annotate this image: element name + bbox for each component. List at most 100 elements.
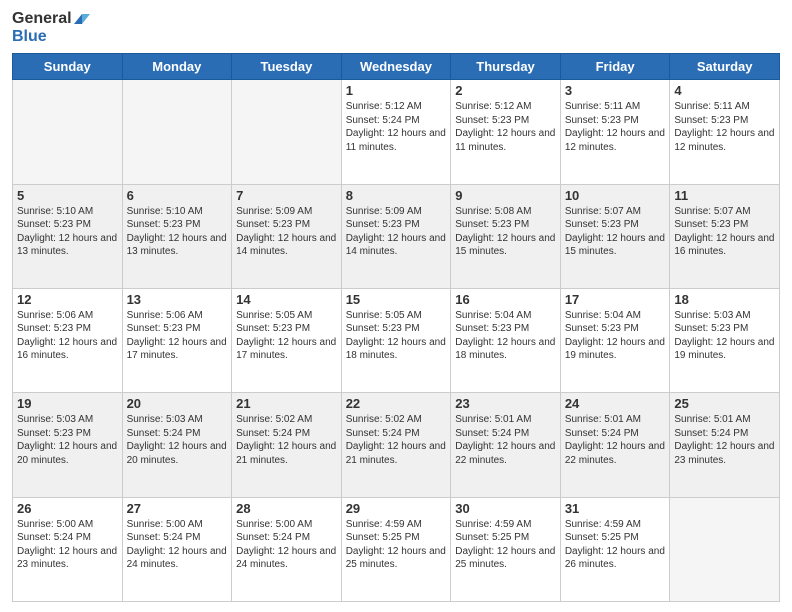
calendar-cell: 9 Sunrise: 5:08 AM Sunset: 5:23 PM Daylig… [451, 184, 561, 288]
day-number: 11 [674, 188, 775, 203]
day-number: 22 [346, 396, 447, 411]
calendar-cell: 28 Sunrise: 5:00 AM Sunset: 5:24 PM Dayli… [232, 497, 342, 601]
day-number: 7 [236, 188, 337, 203]
day-number: 1 [346, 83, 447, 98]
day-number: 19 [17, 396, 118, 411]
day-number: 10 [565, 188, 666, 203]
day-number: 13 [127, 292, 228, 307]
day-number: 26 [17, 501, 118, 516]
calendar-cell: 6 Sunrise: 5:10 AM Sunset: 5:23 PM Daylig… [122, 184, 232, 288]
calendar-cell: 2 Sunrise: 5:12 AM Sunset: 5:23 PM Daylig… [451, 80, 561, 184]
calendar-cell: 5 Sunrise: 5:10 AM Sunset: 5:23 PM Daylig… [13, 184, 123, 288]
cell-info: Sunrise: 4:59 AM Sunset: 5:25 PM Dayligh… [455, 518, 556, 572]
cell-info: Sunrise: 5:06 AM Sunset: 5:23 PM Dayligh… [127, 309, 228, 363]
cell-info: Sunrise: 5:03 AM Sunset: 5:23 PM Dayligh… [17, 413, 118, 467]
day-number: 17 [565, 292, 666, 307]
weekday-header-sunday: Sunday [13, 54, 123, 80]
cell-info: Sunrise: 4:59 AM Sunset: 5:25 PM Dayligh… [565, 518, 666, 572]
calendar-cell [232, 80, 342, 184]
calendar-cell: 11Sunrise: 5:07 AM Sunset: 5:23 PM Dayli… [670, 184, 780, 288]
calendar-table: SundayMondayTuesdayWednesdayThursdayFrid… [12, 53, 780, 602]
calendar-cell [122, 80, 232, 184]
calendar-cell: 23 Sunrise: 5:01 AM Sunset: 5:24 PM Dayli… [451, 393, 561, 497]
calendar-cell: 31 Sunrise: 4:59 AM Sunset: 5:25 PM Dayli… [560, 497, 670, 601]
calendar-cell: 14Sunrise: 5:05 AM Sunset: 5:23 PM Dayli… [232, 288, 342, 392]
cell-info: Sunrise: 5:10 AM Sunset: 5:23 PM Dayligh… [127, 205, 228, 259]
cell-info: Sunrise: 5:08 AM Sunset: 5:23 PM Dayligh… [455, 205, 556, 259]
day-number: 29 [346, 501, 447, 516]
day-number: 6 [127, 188, 228, 203]
cell-info: Sunrise: 5:05 AM Sunset: 5:23 PM Dayligh… [236, 309, 337, 363]
cell-info: Sunrise: 5:05 AM Sunset: 5:23 PM Dayligh… [346, 309, 447, 363]
day-number: 23 [455, 396, 556, 411]
logo-text: General Blue [12, 10, 90, 45]
cell-info: Sunrise: 5:12 AM Sunset: 5:23 PM Dayligh… [455, 100, 556, 154]
week-row-1: 1 Sunrise: 5:12 AM Sunset: 5:24 PM Daylig… [13, 80, 780, 184]
calendar-cell: 17 Sunrise: 5:04 AM Sunset: 5:23 PM Dayli… [560, 288, 670, 392]
day-number: 2 [455, 83, 556, 98]
cell-info: Sunrise: 5:03 AM Sunset: 5:24 PM Dayligh… [127, 413, 228, 467]
page-header: General Blue [12, 10, 780, 45]
calendar-cell: 18 Sunrise: 5:03 AM Sunset: 5:23 PM Dayli… [670, 288, 780, 392]
cell-info: Sunrise: 5:09 AM Sunset: 5:23 PM Dayligh… [346, 205, 447, 259]
calendar-cell [670, 497, 780, 601]
day-number: 30 [455, 501, 556, 516]
day-number: 9 [455, 188, 556, 203]
day-number: 27 [127, 501, 228, 516]
week-row-4: 19 Sunrise: 5:03 AM Sunset: 5:23 PM Dayli… [13, 393, 780, 497]
day-number: 28 [236, 501, 337, 516]
day-number: 16 [455, 292, 556, 307]
calendar-cell: 20 Sunrise: 5:03 AM Sunset: 5:24 PM Dayli… [122, 393, 232, 497]
calendar-cell: 10 Sunrise: 5:07 AM Sunset: 5:23 PM Dayli… [560, 184, 670, 288]
cell-info: Sunrise: 5:02 AM Sunset: 5:24 PM Dayligh… [346, 413, 447, 467]
week-row-2: 5 Sunrise: 5:10 AM Sunset: 5:23 PM Daylig… [13, 184, 780, 288]
cell-info: Sunrise: 4:59 AM Sunset: 5:25 PM Dayligh… [346, 518, 447, 572]
calendar-cell: 16 Sunrise: 5:04 AM Sunset: 5:23 PM Dayli… [451, 288, 561, 392]
week-row-5: 26 Sunrise: 5:00 AM Sunset: 5:24 PM Dayli… [13, 497, 780, 601]
calendar-cell: 27 Sunrise: 5:00 AM Sunset: 5:24 PM Dayli… [122, 497, 232, 601]
day-number: 15 [346, 292, 447, 307]
weekday-header-friday: Friday [560, 54, 670, 80]
weekday-header-monday: Monday [122, 54, 232, 80]
day-number: 18 [674, 292, 775, 307]
day-number: 3 [565, 83, 666, 98]
day-number: 12 [17, 292, 118, 307]
day-number: 25 [674, 396, 775, 411]
cell-info: Sunrise: 5:10 AM Sunset: 5:23 PM Dayligh… [17, 205, 118, 259]
cell-info: Sunrise: 5:01 AM Sunset: 5:24 PM Dayligh… [674, 413, 775, 467]
weekday-header-row: SundayMondayTuesdayWednesdayThursdayFrid… [13, 54, 780, 80]
logo: General Blue [12, 10, 90, 45]
cell-info: Sunrise: 5:04 AM Sunset: 5:23 PM Dayligh… [455, 309, 556, 363]
calendar-cell: 22 Sunrise: 5:02 AM Sunset: 5:24 PM Dayli… [341, 393, 451, 497]
cell-info: Sunrise: 5:04 AM Sunset: 5:23 PM Dayligh… [565, 309, 666, 363]
weekday-header-saturday: Saturday [670, 54, 780, 80]
cell-info: Sunrise: 5:11 AM Sunset: 5:23 PM Dayligh… [565, 100, 666, 154]
cell-info: Sunrise: 5:02 AM Sunset: 5:24 PM Dayligh… [236, 413, 337, 467]
day-number: 24 [565, 396, 666, 411]
day-number: 20 [127, 396, 228, 411]
cell-info: Sunrise: 5:03 AM Sunset: 5:23 PM Dayligh… [674, 309, 775, 363]
calendar-cell: 29 Sunrise: 4:59 AM Sunset: 5:25 PM Dayli… [341, 497, 451, 601]
weekday-header-tuesday: Tuesday [232, 54, 342, 80]
cell-info: Sunrise: 5:00 AM Sunset: 5:24 PM Dayligh… [17, 518, 118, 572]
week-row-3: 12 Sunrise: 5:06 AM Sunset: 5:23 PM Dayli… [13, 288, 780, 392]
calendar-cell: 4 Sunrise: 5:11 AM Sunset: 5:23 PM Daylig… [670, 80, 780, 184]
cell-info: Sunrise: 5:00 AM Sunset: 5:24 PM Dayligh… [127, 518, 228, 572]
cell-info: Sunrise: 5:01 AM Sunset: 5:24 PM Dayligh… [455, 413, 556, 467]
cell-info: Sunrise: 5:07 AM Sunset: 5:23 PM Dayligh… [565, 205, 666, 259]
cell-info: Sunrise: 5:01 AM Sunset: 5:24 PM Dayligh… [565, 413, 666, 467]
day-number: 31 [565, 501, 666, 516]
calendar-cell: 12Sunrise: 5:06 AM Sunset: 5:23 PM Dayli… [13, 288, 123, 392]
calendar-cell: 30 Sunrise: 4:59 AM Sunset: 5:25 PM Dayli… [451, 497, 561, 601]
cell-info: Sunrise: 5:12 AM Sunset: 5:24 PM Dayligh… [346, 100, 447, 154]
calendar-cell: 24 Sunrise: 5:01 AM Sunset: 5:24 PM Dayli… [560, 393, 670, 497]
calendar-cell: 3 Sunrise: 5:11 AM Sunset: 5:23 PM Daylig… [560, 80, 670, 184]
calendar-cell: 19 Sunrise: 5:03 AM Sunset: 5:23 PM Dayli… [13, 393, 123, 497]
cell-info: Sunrise: 5:11 AM Sunset: 5:23 PM Dayligh… [674, 100, 775, 154]
weekday-header-thursday: Thursday [451, 54, 561, 80]
day-number: 8 [346, 188, 447, 203]
day-number: 4 [674, 83, 775, 98]
cell-info: Sunrise: 5:00 AM Sunset: 5:24 PM Dayligh… [236, 518, 337, 572]
day-number: 5 [17, 188, 118, 203]
calendar-cell: 8 Sunrise: 5:09 AM Sunset: 5:23 PM Daylig… [341, 184, 451, 288]
